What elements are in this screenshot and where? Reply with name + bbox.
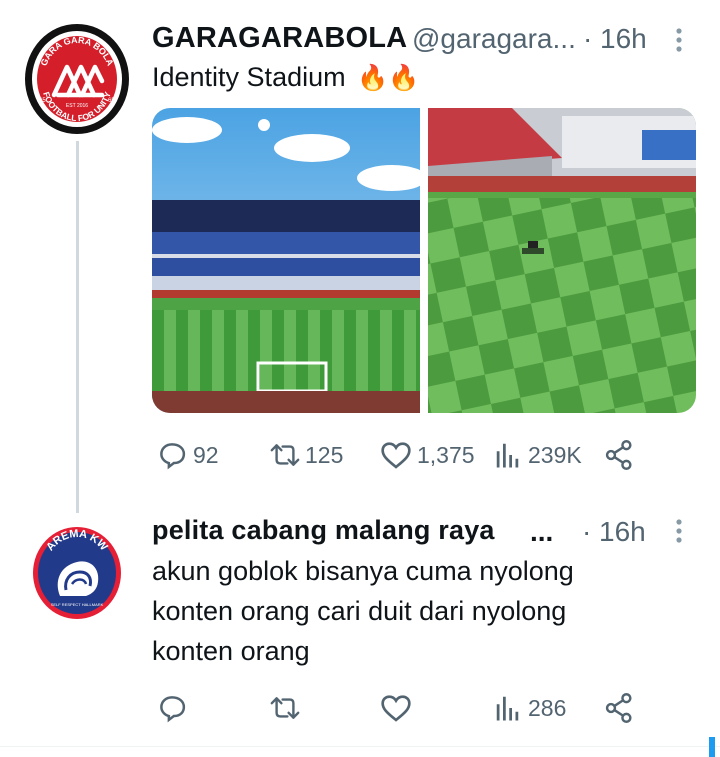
like-count: 1,375: [417, 441, 475, 468]
reply-text: akun goblok bisanya cuma nyolong konten …: [152, 551, 574, 671]
views-count: 239K: [528, 441, 582, 468]
stadium-stands-photo[interactable]: [152, 108, 427, 413]
views-button[interactable]: 239K: [494, 440, 582, 470]
reply-count: 92: [193, 441, 219, 468]
reply-author-avatar[interactable]: AREMA KW SELF RESPECT HALLMARK: [32, 526, 122, 620]
share-icon: [605, 692, 632, 724]
avatar-side-left: 65: [39, 98, 46, 104]
tweet-text-body: Identity Stadium: [152, 62, 346, 92]
reply-separator-dot: ·: [582, 516, 592, 547]
retweet-button[interactable]: 125: [267, 440, 343, 470]
separator-dot: ·: [583, 23, 593, 54]
author-name[interactable]: GARAGARABOLA: [152, 22, 407, 55]
share-button[interactable]: [604, 439, 634, 471]
retweet-count: 125: [305, 441, 344, 468]
reply-reply-button[interactable]: [157, 693, 187, 723]
pitch-grass-photo[interactable]: [428, 108, 696, 413]
more-options-icon[interactable]: [672, 27, 686, 53]
avatar-side-right: 65: [108, 98, 115, 104]
reply-icon: [160, 696, 186, 723]
avatar-est-text: EST 2016: [66, 103, 88, 109]
reply-more-options-icon[interactable]: [672, 518, 686, 544]
reply-avatar-small-text: SELF RESPECT HALLMARK: [51, 602, 104, 607]
reply-name-ellipsis: ...: [530, 516, 554, 547]
reply-text-line: konten orang cari duit dari nyolong: [152, 596, 567, 626]
retweet-icon: [270, 444, 300, 466]
author-handle[interactable]: @garagara...: [412, 23, 576, 55]
reply-text-line: konten orang: [152, 636, 310, 666]
fire-emoji: 🔥🔥: [357, 64, 420, 92]
like-button[interactable]: 1,375: [380, 440, 475, 470]
tweet-media-grid[interactable]: [152, 108, 696, 413]
reply-views-count: 286: [528, 694, 567, 721]
reply-like-button[interactable]: [380, 693, 412, 723]
reply-share-button[interactable]: [604, 692, 634, 724]
tweet-text: Identity Stadium 🔥🔥: [152, 57, 419, 98]
share-icon: [605, 439, 632, 471]
tweet-time[interactable]: 16h: [600, 23, 647, 55]
reply-time[interactable]: 16h: [599, 516, 646, 548]
thread-connector-line: [76, 141, 79, 513]
scroll-indicator[interactable]: [709, 737, 715, 757]
reply-text-line: akun goblok bisanya cuma nyolong: [152, 556, 574, 586]
author-avatar[interactable]: GARA GARA BOLA FOOTBALL FOR UNITY EST 20…: [24, 23, 130, 136]
reply-retweet-button[interactable]: [267, 693, 303, 723]
reply-author-name[interactable]: pelita cabang malang raya: [152, 515, 495, 546]
heart-icon: [381, 695, 411, 722]
reply-icon: [160, 443, 186, 470]
reply-button[interactable]: 92: [157, 440, 219, 470]
views-chart-icon: [496, 443, 519, 468]
heart-icon: [381, 442, 411, 469]
retweet-icon: [270, 697, 300, 719]
views-chart-icon: [496, 696, 519, 721]
bottom-divider: [0, 746, 720, 747]
reply-views-button[interactable]: 286: [494, 693, 566, 723]
